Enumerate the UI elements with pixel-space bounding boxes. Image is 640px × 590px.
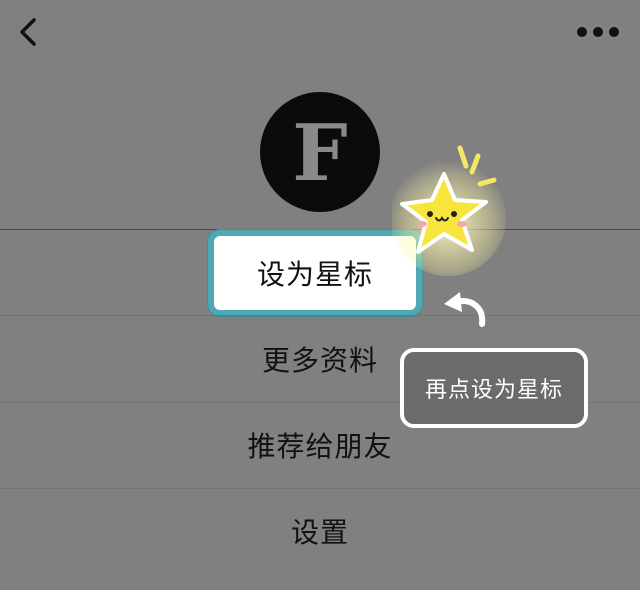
curved-arrow-icon — [444, 292, 486, 327]
hint-text: 再点设为星标 — [424, 378, 563, 403]
avatar-logo: F — [292, 108, 347, 199]
chevron-left-icon — [20, 18, 36, 46]
top-bar — [0, 0, 640, 64]
set-star-button[interactable]: 设为星标 — [208, 230, 422, 316]
more-button[interactable] — [572, 20, 624, 44]
avatar-letter: F — [292, 108, 347, 199]
menu-item-settings[interactable]: 设置 — [0, 488, 640, 574]
recommend-label: 推荐给朋友 — [247, 430, 393, 463]
hint-bubble: 再点设为星标 — [400, 348, 588, 428]
more-info-label: 更多资料 — [261, 344, 378, 377]
settings-label: 设置 — [290, 516, 349, 549]
star-sticker-icon — [392, 145, 506, 276]
set-star-label: 设为星标 — [256, 258, 373, 291]
ellipsis-icon — [577, 27, 619, 37]
avatar[interactable]: F — [260, 92, 380, 212]
back-button[interactable] — [12, 14, 48, 50]
